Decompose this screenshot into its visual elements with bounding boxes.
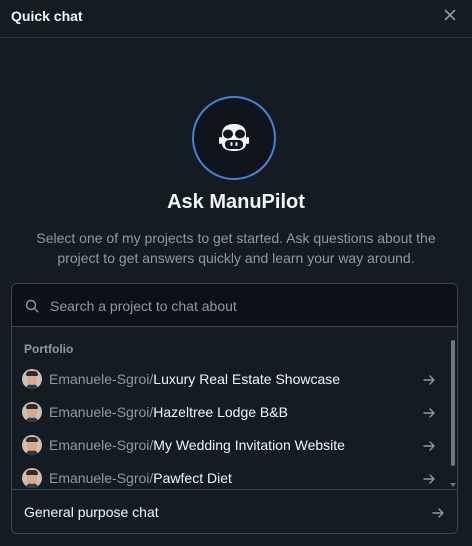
hero-title: Ask ManuPilot bbox=[167, 191, 305, 213]
project-name: Emanuele-Sgroi/Hazeltree Lodge B&B bbox=[49, 404, 288, 420]
copilot-logo bbox=[192, 96, 276, 180]
close-button[interactable] bbox=[442, 7, 458, 23]
scroll-thumb[interactable] bbox=[451, 340, 455, 466]
arrow-right-icon bbox=[423, 375, 435, 385]
avatar bbox=[22, 468, 42, 488]
arrow-right-icon bbox=[432, 508, 444, 518]
dialog-title: Quick chat bbox=[11, 8, 83, 24]
hero-subtitle: Select one of my projects to get started… bbox=[36, 230, 436, 266]
arrow-right-icon bbox=[423, 441, 435, 451]
avatar bbox=[22, 369, 42, 389]
search-bar bbox=[12, 284, 457, 327]
project-item[interactable]: Emanuele-Sgroi/Hazeltree Lodge B&B bbox=[12, 396, 448, 429]
arrow-right-icon bbox=[423, 474, 435, 484]
project-name: Emanuele-Sgroi/Luxury Real Estate Showca… bbox=[49, 371, 341, 387]
general-chat-label: General purpose chat bbox=[24, 504, 159, 520]
search-icon bbox=[25, 299, 39, 313]
general-chat-option[interactable]: General purpose chat bbox=[12, 489, 457, 533]
project-name: Emanuele-Sgroi/Pawfect Diet bbox=[49, 470, 232, 486]
search-input[interactable] bbox=[48, 294, 442, 318]
project-picker: Portfolio Emanuele-Sgroi/Luxury Real Est… bbox=[11, 283, 458, 534]
project-item[interactable]: Emanuele-Sgroi/Luxury Real Estate Showca… bbox=[12, 363, 448, 396]
dialog-header: Quick chat bbox=[0, 0, 472, 38]
avatar bbox=[22, 402, 42, 422]
section-label: Portfolio bbox=[24, 342, 74, 356]
copilot-icon bbox=[219, 124, 249, 151]
list-scrollbar[interactable] bbox=[448, 328, 457, 489]
close-icon bbox=[444, 9, 456, 21]
arrow-right-icon bbox=[423, 408, 435, 418]
avatar bbox=[22, 435, 42, 455]
project-item[interactable]: Emanuele-Sgroi/My Wedding Invitation Web… bbox=[12, 429, 448, 462]
project-list: Emanuele-Sgroi/Luxury Real Estate Showca… bbox=[12, 363, 448, 495]
project-name: Emanuele-Sgroi/My Wedding Invitation Web… bbox=[49, 437, 345, 453]
scroll-down-icon[interactable] bbox=[450, 483, 456, 487]
